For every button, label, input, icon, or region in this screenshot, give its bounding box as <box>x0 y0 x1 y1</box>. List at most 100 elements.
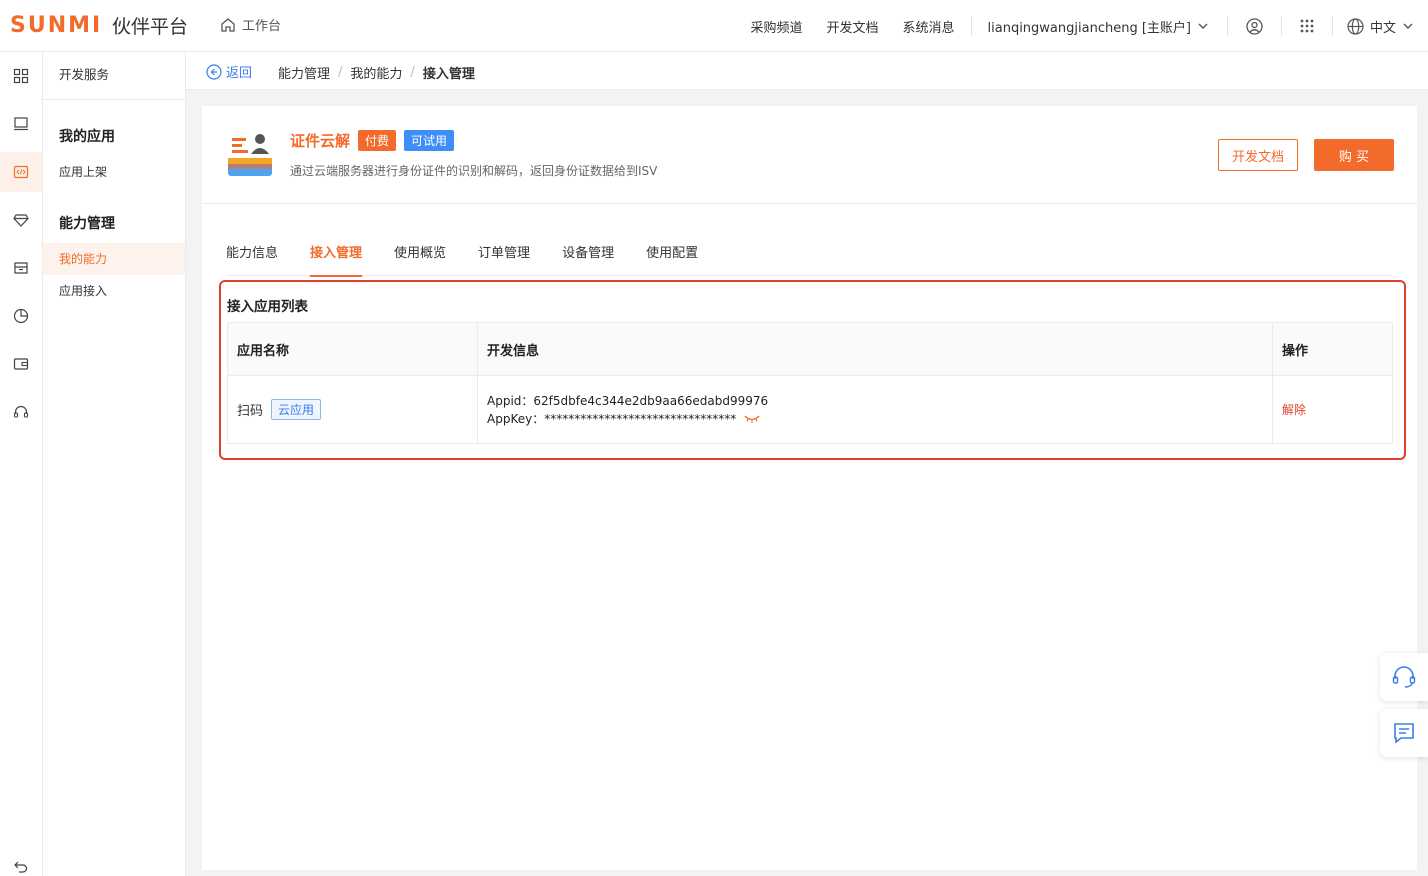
breadcrumb-my-capability[interactable]: 我的能力 <box>350 63 402 82</box>
appkey-value: ******************************** <box>544 411 737 426</box>
store-icon <box>14 262 28 274</box>
back-label: 返回 <box>226 66 253 81</box>
sunmi-logo[interactable]: SUNMI <box>10 13 102 38</box>
workbench-label: 工作台 <box>242 19 282 34</box>
menu-item-my-capability[interactable]: 我的能力 <box>43 243 185 275</box>
menu-dev-services[interactable]: 开发服务 <box>43 52 185 100</box>
message-icon <box>1394 723 1414 744</box>
appkey-label: AppKey： <box>487 411 545 426</box>
rail-dev-services[interactable] <box>0 152 42 192</box>
product-title: 证件云解 <box>290 132 351 150</box>
breadcrumb-separator: / <box>338 65 343 80</box>
globe-icon <box>1347 17 1364 35</box>
breadcrumb-separator: / <box>410 65 415 80</box>
divider <box>970 16 972 36</box>
user-icon <box>1246 17 1263 35</box>
main-card: 证件云解 付费 可试用 通过云端服务器进行身份证件的识别和解码，返回身份证数据给… <box>202 106 1417 870</box>
dashboard-grid-icon <box>13 68 29 84</box>
nav-system-messages[interactable]: 系统消息 <box>903 17 955 36</box>
dev-info: Appid：62f5dbfe4c344e2db9aa66edabd99976 A… <box>487 392 768 428</box>
section-title: 接入应用列表 <box>227 299 308 315</box>
platform-name: 伙伴平台 <box>112 16 189 38</box>
id-card-product-icon <box>228 134 272 176</box>
breadcrumb-current: 接入管理 <box>422 67 475 82</box>
column-header-dev-info: 开发信息 <box>478 323 1273 375</box>
nav-dev-docs[interactable]: 开发文档 <box>826 17 878 36</box>
workbench-link[interactable]: 工作台 <box>220 15 281 34</box>
breadcrumb-bar: 返回 能力管理 / 我的能力 / 接入管理 <box>186 52 1428 90</box>
language-dropdown[interactable]: 中文 <box>1347 17 1414 36</box>
divider <box>202 203 1417 204</box>
column-header-action: 操作 <box>1282 343 1309 359</box>
menu-group-capability: 能力管理 <box>59 216 115 232</box>
trial-badge: 可试用 <box>404 130 455 151</box>
home-icon <box>221 17 235 32</box>
column-header-app-name: 应用名称 <box>228 323 478 375</box>
divider <box>1226 16 1228 36</box>
grid-dots-icon <box>1300 19 1314 33</box>
code-icon <box>13 165 29 179</box>
tab-access-management[interactable]: 接入管理 <box>310 244 363 277</box>
rail-support[interactable] <box>0 392 42 432</box>
account-name: lianqingwangjiancheng [主账户] <box>987 20 1191 36</box>
dev-docs-button[interactable]: 开发文档 <box>1218 139 1298 171</box>
customer-service-float-button[interactable] <box>1380 653 1428 701</box>
unbind-link[interactable]: 解除 <box>1282 401 1306 418</box>
breadcrumb: 能力管理 / 我的能力 / 接入管理 <box>278 63 475 82</box>
capability-tabs: 能力信息 接入管理 使用概览 订单管理 设备管理 使用配置 <box>226 244 1392 277</box>
monitor-icon <box>14 117 28 131</box>
user-profile-button[interactable] <box>1246 17 1263 35</box>
headset-icon <box>13 405 29 418</box>
tab-device-management[interactable]: 设备管理 <box>562 244 614 276</box>
pie-chart-icon <box>13 308 29 324</box>
feedback-float-button[interactable] <box>1380 709 1428 757</box>
appkey-row: AppKey：******************************** <box>487 410 768 428</box>
menu-group-my-apps: 我的应用 <box>59 129 115 145</box>
rail-devices[interactable] <box>0 104 42 144</box>
apps-grid-button[interactable] <box>1300 19 1314 33</box>
menu-item-app-access[interactable]: 应用接入 <box>43 275 185 307</box>
menu-item-app-publish[interactable]: 应用上架 <box>43 156 185 188</box>
cell-dev-info: Appid：62f5dbfe4c344e2db9aa66edabd99976 A… <box>478 376 1273 443</box>
tab-order-management[interactable]: 订单管理 <box>478 244 530 276</box>
appid-label: Appid： <box>487 393 534 408</box>
back-arrow-icon <box>206 63 222 80</box>
nav-purchase[interactable]: 采购频道 <box>750 17 802 36</box>
access-app-table: 应用名称 开发信息 操作 扫码 云应用 Appid：62f5dbfe4c344e… <box>227 322 1393 444</box>
collapse-icon <box>14 861 28 873</box>
tab-capability-info[interactable]: 能力信息 <box>226 244 278 276</box>
cloud-app-badge: 云应用 <box>271 399 322 420</box>
product-header: 证件云解 付费 可试用 <box>290 130 455 151</box>
rail-dashboard[interactable] <box>0 56 42 96</box>
rail-wallet[interactable] <box>0 344 42 384</box>
chevron-down-icon <box>1403 23 1413 29</box>
buy-button[interactable]: 购 买 <box>1314 139 1394 171</box>
breadcrumb-capability[interactable]: 能力管理 <box>278 63 330 82</box>
tab-usage-overview[interactable]: 使用概览 <box>394 244 446 276</box>
icon-rail <box>0 52 43 876</box>
rail-store[interactable] <box>0 248 42 288</box>
side-menu: 开发服务 我的应用 应用上架 能力管理 我的能力 应用接入 <box>43 52 186 876</box>
language-label: 中文 <box>1369 20 1396 36</box>
appid-value: 62f5dbfe4c344e2db9aa66edabd99976 <box>533 393 769 408</box>
headset-icon <box>1392 666 1416 688</box>
tab-usage-config[interactable]: 使用配置 <box>646 244 698 276</box>
product-description: 通过云端服务器进行身份证件的识别和解码，返回身份证数据给到ISV <box>290 164 658 178</box>
cell-action: 解除 <box>1273 376 1392 443</box>
back-button[interactable]: 返回 <box>206 62 252 81</box>
cell-app-name: 扫码 云应用 <box>228 376 478 443</box>
divider <box>1331 16 1333 36</box>
rail-analytics[interactable] <box>0 296 42 336</box>
rail-collapse[interactable] <box>0 846 42 876</box>
appid-row: Appid：62f5dbfe4c344e2db9aa66edabd99976 <box>487 392 768 410</box>
diamond-icon <box>13 214 29 227</box>
table-row: 扫码 云应用 Appid：62f5dbfe4c344e2db9aa66edabd… <box>228 376 1392 443</box>
app-name: 扫码 <box>237 404 264 419</box>
eye-closed-icon[interactable] <box>744 414 760 424</box>
account-dropdown[interactable]: lianqingwangjiancheng [主账户] <box>988 17 1209 36</box>
wallet-icon <box>13 358 29 370</box>
top-header: SUNMI 伙伴平台 工作台 采购频道 开发文档 系统消息 lianqingwa… <box>0 0 1428 52</box>
chevron-down-icon <box>1198 23 1208 29</box>
header-right-nav: 采购频道 开发文档 系统消息 lianqingwangjiancheng [主账… <box>738 0 1428 52</box>
rail-premium[interactable] <box>0 200 42 240</box>
